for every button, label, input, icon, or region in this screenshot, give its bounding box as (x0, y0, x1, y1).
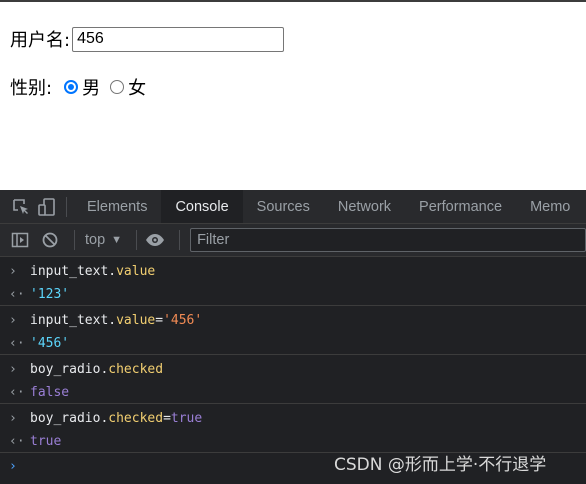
console-entry: › boy_radio. checked ‹· false (0, 355, 586, 404)
radio-male[interactable] (64, 80, 79, 94)
console-result-line: ‹· '456' (0, 332, 586, 355)
toolbar-separator-2 (136, 230, 138, 250)
return-arrow-icon: ‹· (9, 434, 25, 449)
result-value: '456' (30, 336, 70, 351)
prompt-chevron-icon: › (9, 458, 17, 474)
input-value: '456' (163, 313, 203, 328)
result-value: false (30, 385, 70, 400)
console-toolbar: top ▼ Filter (0, 224, 586, 257)
console-input-line: › boy_radio. checked (0, 358, 586, 381)
result-value: '123' (30, 287, 70, 302)
page-content: 用户名: 性别: 男 女 (0, 0, 586, 190)
context-selector[interactable]: top ▼ (85, 232, 122, 248)
context-label: top (85, 232, 106, 248)
input-operator: = (163, 411, 171, 426)
console-result-line: ‹· '123' (0, 283, 586, 306)
input-object: boy_radio. (30, 362, 109, 377)
console-input-line: › input_text. value (0, 260, 586, 283)
chevron-right-icon: › (9, 362, 17, 377)
input-object: input_text. (30, 313, 117, 328)
inspect-icon[interactable] (8, 190, 34, 223)
return-arrow-icon: ‹· (9, 287, 25, 302)
tab-network[interactable]: Network (324, 190, 405, 223)
console-log: › input_text. value ‹· '123' › input_text… (0, 257, 586, 479)
radio-male-label: 男 (82, 78, 101, 99)
input-property: checked (108, 362, 164, 377)
input-operator: = (155, 313, 164, 328)
devtools-panel: Elements Console Sources Network Perform… (0, 190, 586, 484)
chevron-right-icon: › (9, 313, 17, 328)
radio-female-label: 女 (128, 78, 147, 99)
watermark: CSDN @形而上学·不行退学 (334, 455, 547, 475)
username-row: 用户名: (10, 26, 285, 52)
radio-female-option[interactable]: 女 (110, 74, 146, 100)
clear-console-icon[interactable] (38, 228, 62, 252)
tab-sources[interactable]: Sources (243, 190, 324, 223)
tab-separator (66, 196, 67, 217)
return-arrow-icon: ‹· (9, 336, 25, 351)
toolbar-separator (74, 230, 75, 250)
tab-performance[interactable]: Performance (405, 190, 516, 223)
filter-input[interactable]: Filter (190, 228, 586, 252)
sidebar-toggle-icon[interactable] (8, 228, 32, 252)
console-entry: › input_text. value ‹· '123' (0, 257, 586, 306)
return-arrow-icon: ‹· (9, 385, 25, 400)
console-input-line: › input_text. value = '456' (0, 309, 586, 332)
gender-label: 性别: (10, 78, 53, 99)
console-entry: › input_text. value = '456' ‹· '456' (0, 306, 586, 355)
tab-memory[interactable]: Memo (516, 190, 584, 223)
tab-console[interactable]: Console (161, 190, 243, 223)
input-object: input_text. (30, 264, 117, 279)
result-value: true (30, 434, 62, 449)
input-object: boy_radio. (30, 411, 109, 426)
chevron-right-icon: › (9, 411, 17, 426)
username-input[interactable] (72, 26, 285, 52)
console-entry: › boy_radio. checked = true ‹· true (0, 404, 586, 453)
radio-female[interactable] (110, 80, 125, 94)
gender-row: 性别: 男 女 (10, 74, 156, 100)
console-result-line: ‹· false (0, 381, 586, 404)
tab-elements[interactable]: Elements (73, 190, 161, 223)
device-toolbar-icon[interactable] (34, 190, 60, 223)
toolbar-separator-3 (179, 230, 181, 250)
console-input-line: › boy_radio. checked = true (0, 407, 586, 430)
radio-male-option[interactable]: 男 (64, 74, 100, 100)
eye-icon[interactable] (143, 228, 167, 252)
input-property: value (116, 313, 156, 328)
caret-down-icon: ▼ (111, 234, 123, 246)
username-label: 用户名: (10, 30, 71, 51)
chevron-right-icon: › (9, 264, 17, 279)
input-value: true (170, 411, 203, 426)
input-property: value (116, 264, 156, 279)
devtools-tabbar: Elements Console Sources Network Perform… (0, 190, 586, 224)
input-property: checked (108, 411, 164, 426)
